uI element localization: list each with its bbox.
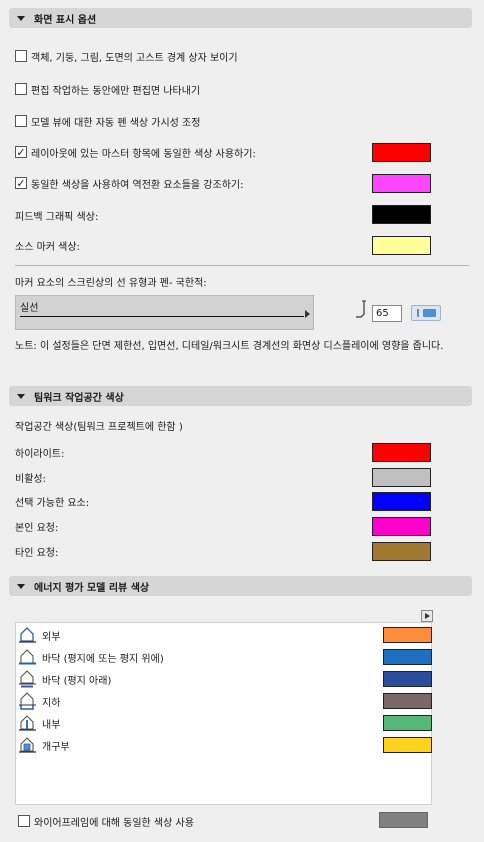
highlight-color-swatch[interactable] <box>372 443 431 462</box>
selectable-row: 선택 가능한 요소: <box>15 492 89 510</box>
teamwork-subtitle: 작업공간 색상(팀워크 프로젝트에 한함 ) <box>15 421 183 433</box>
wireframe-option[interactable]: 와이어프레임에 대해 동일한 색상 사용 <box>18 812 194 830</box>
energy-item-label: 내부 <box>42 719 61 731</box>
pen-icon <box>356 300 366 318</box>
energy-item-floor-below-grade[interactable]: 바닥 (평지 아래) <box>17 668 432 690</box>
building-underground-icon <box>19 692 36 710</box>
inactive-color-swatch[interactable] <box>372 468 431 487</box>
auto-pen-visibility-label: 모델 뷰에 대한 자동 펜 색상 가시성 조정 <box>31 117 201 129</box>
energy-list-panel: 외부 바닥 (평지에 또는 평지 위에) 바닥 (평지 아래) 지하 내부 개구… <box>15 622 432 805</box>
teamwork-title: 팀워크 작업공간 색상 <box>34 392 124 404</box>
display-options-header[interactable]: 화면 표시 옵션 <box>9 8 472 28</box>
auto-pen-visibility-checkbox[interactable] <box>15 115 27 127</box>
highlight-row: 하이라이트: <box>15 443 64 461</box>
inactive-row: 비활성: <box>15 468 46 486</box>
source-marker-color-swatch[interactable] <box>372 236 431 255</box>
wireframe-checkbox[interactable] <box>18 815 30 827</box>
marker-line-label: 마커 요소의 스크린상의 선 유형과 펜- 국한적: <box>15 277 207 289</box>
opening-color-swatch[interactable] <box>383 737 432 753</box>
feedback-color-label: 피드백 그래픽 색상: <box>15 211 99 223</box>
energy-item-exterior[interactable]: 외부 <box>17 624 432 646</box>
highlight-label: 하이라이트: <box>15 448 65 460</box>
selectable-label: 선택 가능한 요소: <box>15 497 90 509</box>
wireframe-color-swatch[interactable] <box>379 812 428 828</box>
floor-on-grade-color-swatch[interactable] <box>383 649 432 665</box>
pen-toggle-fill-icon <box>423 309 436 317</box>
collapse-triangle-icon <box>17 583 25 589</box>
teamwork-subtitle-row: 작업공간 색상(팀워크 프로젝트에 한함 ) <box>15 416 183 434</box>
other-request-color-swatch[interactable] <box>372 542 431 561</box>
teamwork-header[interactable]: 팀워크 작업공간 색상 <box>9 386 472 406</box>
highlight-reverse-option[interactable]: ✓ 동일한 색상을 사용하여 역전환 요소들을 강조하기: <box>15 174 243 192</box>
master-items-color-option[interactable]: ✓ 레이아웃에 있는 마스터 항목에 동일한 색상 사용하기: <box>15 143 256 161</box>
feedback-color-row: 피드백 그래픽 색상: <box>15 206 98 224</box>
collapse-triangle-icon <box>17 393 25 399</box>
own-request-label: 본인 요청: <box>15 522 59 534</box>
interior-color-swatch[interactable] <box>383 715 432 731</box>
master-items-color-checkbox[interactable]: ✓ <box>15 146 27 158</box>
source-marker-label: 소스 마커 색상: <box>15 241 80 253</box>
inactive-label: 비활성: <box>15 473 46 485</box>
energy-title: 에너지 평가 모델 리뷰 색상 <box>34 582 150 594</box>
pen-toggle-button[interactable] <box>411 305 441 321</box>
master-items-color-label: 레이아웃에 있는 마스터 항목에 동일한 색상 사용하기: <box>31 148 256 160</box>
auto-pen-visibility-option[interactable]: 모델 뷰에 대한 자동 펜 색상 가시성 조정 <box>15 112 200 130</box>
ghost-bounding-box-option[interactable]: 객체, 기둥, 그림, 도면의 고스트 경계 상자 보이기 <box>15 47 238 65</box>
highlight-reverse-label: 동일한 색상을 사용하여 역전환 요소들을 강조하기: <box>31 179 244 191</box>
energy-item-label: 바닥 (평지 아래) <box>42 675 112 687</box>
line-type-label: 실선 <box>20 303 39 314</box>
play-icon[interactable] <box>421 610 433 622</box>
edit-plane-option[interactable]: 편집 작업하는 동안에만 편집면 나타내기 <box>15 80 200 98</box>
source-marker-row: 소스 마커 색상: <box>15 236 80 254</box>
edit-plane-checkbox[interactable] <box>15 83 27 95</box>
energy-item-floor-on-grade[interactable]: 바닥 (평지에 또는 평지 위에) <box>17 646 432 668</box>
other-request-row: 타인 요청: <box>15 542 58 560</box>
energy-item-label: 바닥 (평지에 또는 평지 위에) <box>42 653 164 665</box>
building-floor-below-grade-icon <box>19 670 36 688</box>
floor-below-grade-color-swatch[interactable] <box>383 671 432 687</box>
energy-header[interactable]: 에너지 평가 모델 리뷰 색상 <box>9 576 472 596</box>
exterior-color-swatch[interactable] <box>383 627 432 643</box>
feedback-color-swatch[interactable] <box>372 205 431 224</box>
line-type-selector[interactable]: 실선 <box>15 295 314 330</box>
building-floor-on-grade-icon <box>19 649 36 665</box>
collapse-triangle-icon <box>17 15 25 21</box>
building-opening-icon <box>19 737 36 753</box>
pen-number-field[interactable]: 65 <box>372 305 402 322</box>
line-type-preview <box>20 316 304 317</box>
other-request-label: 타인 요청: <box>15 547 59 559</box>
energy-item-label: 지하 <box>42 697 61 709</box>
highlight-reverse-color-swatch[interactable] <box>372 174 431 193</box>
selectable-color-swatch[interactable] <box>372 492 431 511</box>
display-options-title: 화면 표시 옵션 <box>34 14 97 26</box>
own-request-color-swatch[interactable] <box>372 517 431 536</box>
energy-item-underground[interactable]: 지하 <box>17 690 432 712</box>
pen-toggle-bar-icon <box>417 309 419 317</box>
highlight-reverse-checkbox[interactable]: ✓ <box>15 177 27 189</box>
energy-item-opening[interactable]: 개구부 <box>17 734 432 756</box>
building-interior-icon <box>19 715 36 731</box>
note-text: 노트: 이 설정들은 단면 제한선, 입면선, 디테일/워크시트 경계선의 화면… <box>15 341 444 352</box>
line-type-arrow-icon <box>305 310 310 318</box>
marker-line-row: 마커 요소의 스크린상의 선 유형과 펜- 국한적: <box>15 272 207 290</box>
building-exterior-icon <box>19 627 36 643</box>
energy-item-label: 외부 <box>42 631 61 643</box>
edit-plane-label: 편집 작업하는 동안에만 편집면 나타내기 <box>31 85 201 97</box>
wireframe-label: 와이어프레임에 대해 동일한 색상 사용 <box>34 817 194 829</box>
section-divider <box>15 265 469 266</box>
ghost-bounding-box-checkbox[interactable] <box>15 50 27 62</box>
energy-item-label: 개구부 <box>42 741 70 753</box>
underground-color-swatch[interactable] <box>383 693 432 709</box>
energy-item-interior[interactable]: 내부 <box>17 712 432 734</box>
ghost-bounding-box-label: 객체, 기둥, 그림, 도면의 고스트 경계 상자 보이기 <box>31 52 238 64</box>
own-request-row: 본인 요청: <box>15 517 58 535</box>
master-items-color-swatch[interactable] <box>372 143 431 162</box>
